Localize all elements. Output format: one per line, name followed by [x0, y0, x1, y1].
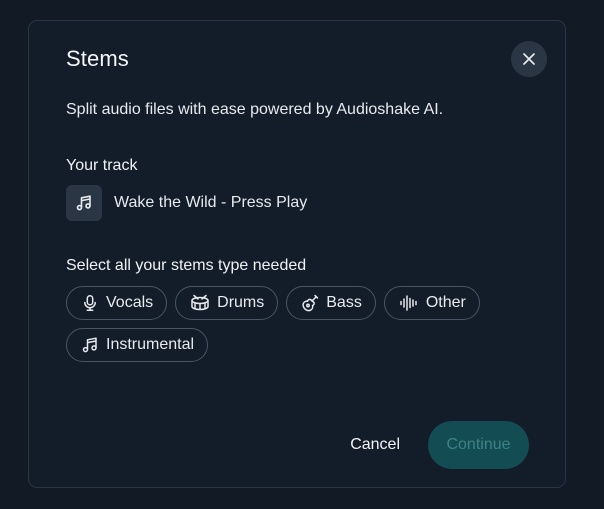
- track-icon-box: [66, 185, 102, 221]
- drum-icon: [191, 294, 209, 311]
- stem-chip-label: Other: [425, 294, 466, 311]
- stems-section-label: Select all your stems type needed: [66, 257, 307, 274]
- dialog-title: Stems: [66, 46, 129, 71]
- track-row: Wake the Wild - Press Play: [66, 185, 307, 221]
- dialog-subtitle: Split audio files with ease powered by A…: [66, 101, 444, 118]
- stems-dialog: Stems Split audio files with ease powere…: [28, 20, 566, 488]
- stem-chip-bass[interactable]: Bass: [286, 286, 376, 320]
- waveform-icon: [400, 295, 417, 311]
- guitar-icon: [302, 294, 319, 312]
- music-note-icon: [76, 195, 91, 211]
- stem-chip-other[interactable]: Other: [383, 286, 480, 320]
- stem-chip-label: Instrumental: [106, 336, 195, 353]
- stem-chip-label: Vocals: [106, 294, 154, 311]
- stem-chip-label: Bass: [326, 294, 362, 311]
- cancel-button[interactable]: Cancel: [336, 424, 414, 466]
- close-icon: [523, 53, 535, 65]
- stem-chip-instrumental[interactable]: Instrumental: [66, 328, 209, 362]
- continue-button[interactable]: Continue: [428, 421, 529, 469]
- stem-chip-drums[interactable]: Drums: [175, 286, 279, 320]
- stem-chip-label: Drums: [217, 294, 265, 311]
- dialog-footer: Cancel Continue: [336, 421, 529, 469]
- music-note-icon: [82, 337, 97, 353]
- stem-options: Vocals Drums Bass Other Instrumental: [66, 286, 536, 362]
- close-button[interactable]: [511, 41, 547, 77]
- track-name: Wake the Wild - Press Play: [114, 194, 308, 211]
- microphone-icon: [84, 295, 96, 312]
- stem-chip-vocals[interactable]: Vocals: [66, 286, 168, 320]
- track-section-label: Your track: [66, 157, 138, 174]
